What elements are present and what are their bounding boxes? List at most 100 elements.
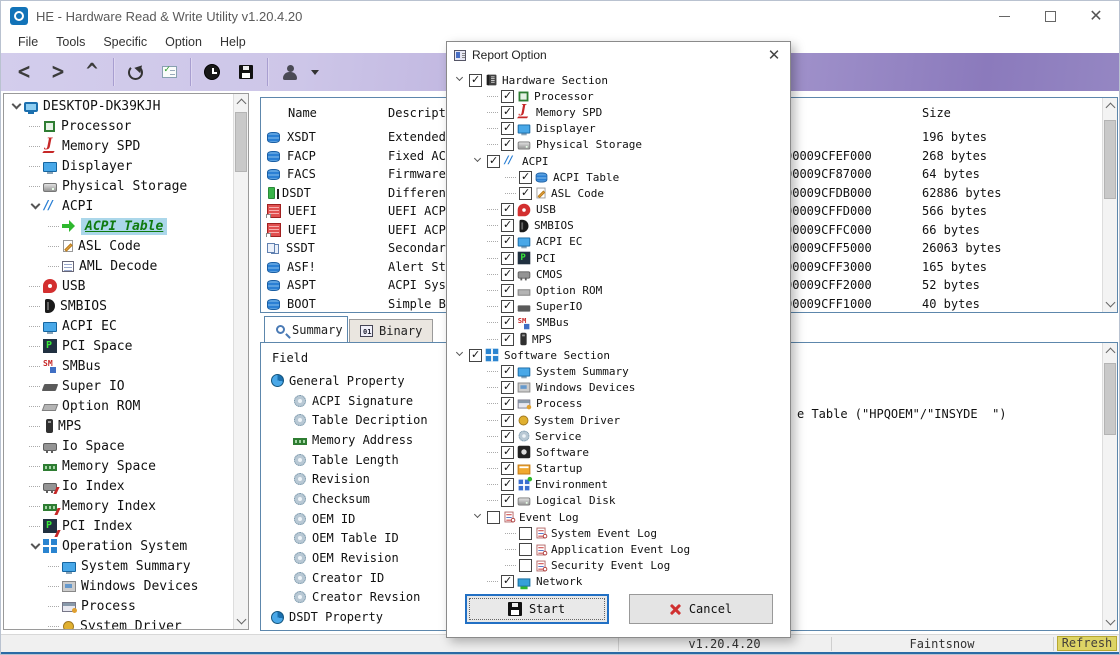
value-scrollbar[interactable]: [1102, 343, 1117, 630]
minimize-button[interactable]: [981, 1, 1027, 31]
device-tree-scrollbar[interactable]: [233, 94, 248, 629]
dialog-item-event-log[interactable]: Event Log: [455, 509, 786, 525]
checkbox-application-event-log[interactable]: [519, 543, 532, 556]
tree-item-processor[interactable]: Processor: [4, 116, 232, 136]
checkbox-software[interactable]: [501, 446, 514, 459]
save-button[interactable]: [229, 57, 263, 87]
checkbox-logical-disk[interactable]: [501, 494, 514, 507]
tree-item-memory-index[interactable]: Memory Index: [4, 496, 232, 516]
checkbox-pci[interactable]: [501, 252, 514, 265]
checkbox-software-section[interactable]: [469, 349, 482, 362]
dialog-item-environment[interactable]: Environment: [455, 477, 786, 493]
dialog-title-bar[interactable]: Report Option ✕: [447, 42, 790, 67]
tree-item-io-space[interactable]: Io Space: [4, 436, 232, 456]
forward-button[interactable]: >: [41, 57, 75, 87]
tree-item-system-driver[interactable]: System Driver: [4, 616, 232, 629]
checkbox-startup[interactable]: [501, 462, 514, 475]
dialog-item-displayer[interactable]: Displayer: [455, 121, 786, 137]
refresh-button[interactable]: [118, 57, 152, 87]
checkbox-mps[interactable]: [501, 333, 514, 346]
checkbox-smbios[interactable]: [501, 219, 514, 232]
dialog-item-mps[interactable]: MPS: [455, 331, 786, 347]
checkbox-processor[interactable]: [501, 90, 514, 103]
chevron-down-icon[interactable]: [29, 199, 43, 213]
dialog-item-processor[interactable]: Processor: [455, 88, 786, 104]
checkbox-acpi[interactable]: [487, 155, 500, 168]
dialog-item-system-event-log[interactable]: System Event Log: [455, 525, 786, 541]
user-button[interactable]: [272, 57, 306, 87]
checkbox-event-log[interactable]: [487, 511, 500, 524]
tree-item-acpi[interactable]: ACPI: [4, 196, 232, 216]
menu-option[interactable]: Option: [156, 35, 211, 49]
tree-item-memory-space[interactable]: Memory Space: [4, 456, 232, 476]
tab-binary[interactable]: Binary: [349, 319, 433, 342]
scroll-down-icon[interactable]: [237, 615, 247, 625]
cancel-button[interactable]: Cancel: [629, 594, 773, 624]
checkbox-physical-storage[interactable]: [501, 138, 514, 151]
checkbox-windows-devices[interactable]: [501, 381, 514, 394]
tree-item-aml-decode[interactable]: AML Decode: [4, 256, 232, 276]
checkbox-hardware-section[interactable]: [469, 74, 482, 87]
dialog-item-service[interactable]: Service: [455, 428, 786, 444]
dialog-item-usb[interactable]: USB: [455, 202, 786, 218]
tree-item-physical-storage[interactable]: Physical Storage: [4, 176, 232, 196]
dialog-item-software-section[interactable]: Software Section: [455, 347, 786, 363]
checkbox-option-rom[interactable]: [501, 284, 514, 297]
checkbox-acpi-ec[interactable]: [501, 235, 514, 248]
dialog-item-pci[interactable]: PCI: [455, 250, 786, 266]
dialog-item-system-summary[interactable]: System Summary: [455, 363, 786, 379]
checkbox-process[interactable]: [501, 397, 514, 410]
maximize-button[interactable]: [1027, 1, 1073, 31]
acpi-table-scrollbar[interactable]: [1102, 98, 1117, 312]
dialog-item-hardware-section[interactable]: Hardware Section: [455, 72, 786, 88]
dialog-close-icon[interactable]: ✕: [758, 42, 790, 67]
dialog-item-system-driver[interactable]: System Driver: [455, 412, 786, 428]
tree-item-io-index[interactable]: Io Index: [4, 476, 232, 496]
close-button[interactable]: ✕: [1073, 1, 1119, 31]
checkbox-network[interactable]: [501, 575, 514, 588]
tree-item-desktop-dk39kjh[interactable]: DESKTOP-DK39KJH: [4, 96, 232, 116]
dialog-item-memory-spd[interactable]: Memory SPD: [455, 104, 786, 120]
tree-item-acpi-table[interactable]: ACPI Table: [4, 216, 232, 236]
tree-item-system-summary[interactable]: System Summary: [4, 556, 232, 576]
dialog-item-application-event-log[interactable]: Application Event Log: [455, 541, 786, 557]
chevron-down-icon[interactable]: [455, 74, 467, 86]
dialog-item-acpi[interactable]: ACPI: [455, 153, 786, 169]
tree-item-operation-system[interactable]: Operation System: [4, 536, 232, 556]
checkbox-cmos[interactable]: [501, 268, 514, 281]
chevron-down-icon[interactable]: [473, 155, 485, 167]
scroll-down-icon[interactable]: [1106, 298, 1116, 308]
checkbox-system-event-log[interactable]: [519, 527, 532, 540]
dialog-item-asl-code[interactable]: ASL Code: [455, 185, 786, 201]
start-button[interactable]: Start: [465, 594, 609, 624]
dialog-item-smbus[interactable]: SMBus: [455, 315, 786, 331]
tree-item-memory-spd[interactable]: Memory SPD: [4, 136, 232, 156]
dialog-item-option-rom[interactable]: Option ROM: [455, 282, 786, 298]
back-button[interactable]: <: [7, 57, 41, 87]
clock-button[interactable]: [195, 57, 229, 87]
dialog-item-software[interactable]: Software: [455, 444, 786, 460]
checkbox-environment[interactable]: [501, 478, 514, 491]
tree-item-asl-code[interactable]: ASL Code: [4, 236, 232, 256]
checkbox-acpi-table[interactable]: [519, 171, 532, 184]
menu-file[interactable]: File: [9, 35, 47, 49]
dialog-item-logical-disk[interactable]: Logical Disk: [455, 493, 786, 509]
checkbox-asl-code[interactable]: [519, 187, 532, 200]
dialog-item-smbios[interactable]: SMBIOS: [455, 218, 786, 234]
tree-item-smbios[interactable]: SMBIOS: [4, 296, 232, 316]
menu-help[interactable]: Help: [211, 35, 255, 49]
checkbox-service[interactable]: [501, 430, 514, 443]
scrollbar-thumb[interactable]: [235, 112, 247, 172]
checkbox-system-driver[interactable]: [501, 414, 514, 427]
tree-item-mps[interactable]: MPS: [4, 416, 232, 436]
checkbox-displayer[interactable]: [501, 122, 514, 135]
dialog-item-network[interactable]: Network: [455, 574, 786, 590]
tree-item-pci-space[interactable]: PCI Space: [4, 336, 232, 356]
chevron-down-icon[interactable]: [473, 511, 485, 523]
checkbox-smbus[interactable]: [501, 316, 514, 329]
dialog-item-security-event-log[interactable]: Security Event Log: [455, 558, 786, 574]
chevron-down-icon[interactable]: [29, 539, 43, 553]
menu-specific[interactable]: Specific: [94, 35, 156, 49]
refresh-button[interactable]: Refresh: [1057, 636, 1117, 651]
dialog-item-acpi-ec[interactable]: ACPI EC: [455, 234, 786, 250]
